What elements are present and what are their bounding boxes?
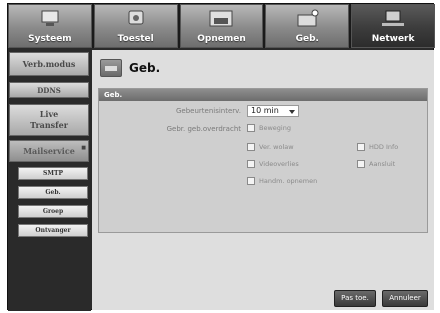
- checkbox-label: Beweging: [259, 124, 291, 132]
- checkbox-label: Ver. wolaw: [259, 143, 294, 151]
- checkbox-box[interactable]: [247, 177, 255, 185]
- event-settings-panel: Geb. Gebeurtenisinterv. 10 min Gebr. geb…: [98, 88, 428, 233]
- page-title: Geb.: [100, 59, 160, 77]
- apply-button[interactable]: Pas toe.: [334, 290, 376, 307]
- tab-label: Geb.: [295, 34, 319, 44]
- page-title-text: Geb.: [129, 61, 161, 75]
- monitor-icon: [41, 10, 59, 26]
- sidebar-item-label: Live: [39, 109, 59, 119]
- sidebar-item-verb-modus[interactable]: Verb.modus: [9, 52, 89, 76]
- interval-value: 10 min: [251, 106, 279, 115]
- content-area: Geb. Geb. Gebeurtenisinterv. 10 min Gebr…: [92, 50, 434, 310]
- checkbox-box[interactable]: [357, 143, 365, 151]
- tab-geb[interactable]: Geb.: [265, 4, 350, 48]
- tab-toestel[interactable]: Toestel: [93, 4, 178, 48]
- checkbox-box[interactable]: [247, 124, 255, 132]
- checkbox-motion[interactable]: Beweging: [247, 124, 291, 132]
- sidebar-sub-label: Geb.: [45, 189, 61, 196]
- sidebar-item-label: Transfer: [30, 120, 68, 130]
- checkbox-box[interactable]: [247, 143, 255, 151]
- tab-label: Toestel: [117, 34, 154, 44]
- expand-marker-icon: ■: [81, 145, 86, 151]
- dvr-settings-window: Systeem Toestel Opnemen Geb. Netwerk Ver…: [7, 3, 435, 311]
- checkbox-connect[interactable]: Aansluit: [357, 160, 395, 168]
- event-icon: [297, 9, 319, 27]
- sidebar-sub-label: SMTP: [43, 170, 63, 177]
- checkbox-box[interactable]: [357, 160, 365, 168]
- checkbox-manual-record[interactable]: Handm. opnemen: [247, 177, 317, 185]
- main-tabs: Systeem Toestel Opnemen Geb. Netwerk: [8, 4, 435, 48]
- sidebar-sub-groep[interactable]: Groep: [18, 205, 88, 218]
- checkbox-box[interactable]: [247, 160, 255, 168]
- sidebar-item-label: Verb.modus: [22, 58, 76, 69]
- tab-systeem[interactable]: Systeem: [8, 4, 92, 48]
- sidebar-item-live-transfer[interactable]: Live Transfer: [9, 104, 89, 136]
- sidebar-item-label: Mailservice: [23, 145, 75, 156]
- sidebar-item-mailservice[interactable]: Mailservice ■: [9, 140, 89, 162]
- interval-select[interactable]: 10 min: [247, 105, 299, 117]
- sidebar-item-label: DDNS: [37, 85, 61, 95]
- checkbox-label: Aansluit: [369, 160, 396, 168]
- checkbox-video-loss[interactable]: Videoverlies: [247, 160, 299, 168]
- sidebar-sub-smtp[interactable]: SMTP: [18, 167, 88, 180]
- sidebar-sub-label: Groep: [42, 208, 64, 215]
- sidebar-item-ddns[interactable]: DDNS: [9, 82, 89, 98]
- sidebar-sub-geb[interactable]: Geb.: [18, 186, 88, 199]
- sidebar-sub-label: Ontvanger: [35, 227, 71, 234]
- tab-netwerk[interactable]: Netwerk: [351, 4, 435, 48]
- interval-label: Gebeurtenisinterv.: [175, 107, 241, 115]
- sidebar-sub-ontvanger[interactable]: Ontvanger: [18, 224, 88, 237]
- camera-icon: [128, 10, 144, 25]
- checkbox-alarm[interactable]: Ver. wolaw: [247, 143, 294, 151]
- sidebar: Verb.modus DDNS Live Transfer Mailservic…: [8, 50, 91, 311]
- panel-header: Geb.: [99, 89, 427, 101]
- cancel-button[interactable]: Annuleer: [382, 290, 428, 307]
- checkbox-label: Handm. opnemen: [259, 177, 318, 185]
- record-icon: [209, 10, 233, 27]
- checkbox-hdd-info[interactable]: HDD Info: [357, 143, 398, 151]
- chevron-down-icon: [289, 110, 295, 114]
- tab-label: Systeem: [28, 34, 72, 44]
- checkbox-label: Videoverlies: [259, 160, 299, 168]
- mail-settings-icon: [100, 59, 122, 77]
- network-icon: [382, 10, 405, 26]
- tab-label: Netwerk: [371, 34, 415, 44]
- event-transfer-label: Gebr. geb.overdracht: [166, 125, 241, 133]
- checkbox-label: HDD Info: [369, 143, 399, 151]
- tab-opnemen[interactable]: Opnemen: [179, 4, 264, 48]
- tab-label: Opnemen: [197, 34, 246, 44]
